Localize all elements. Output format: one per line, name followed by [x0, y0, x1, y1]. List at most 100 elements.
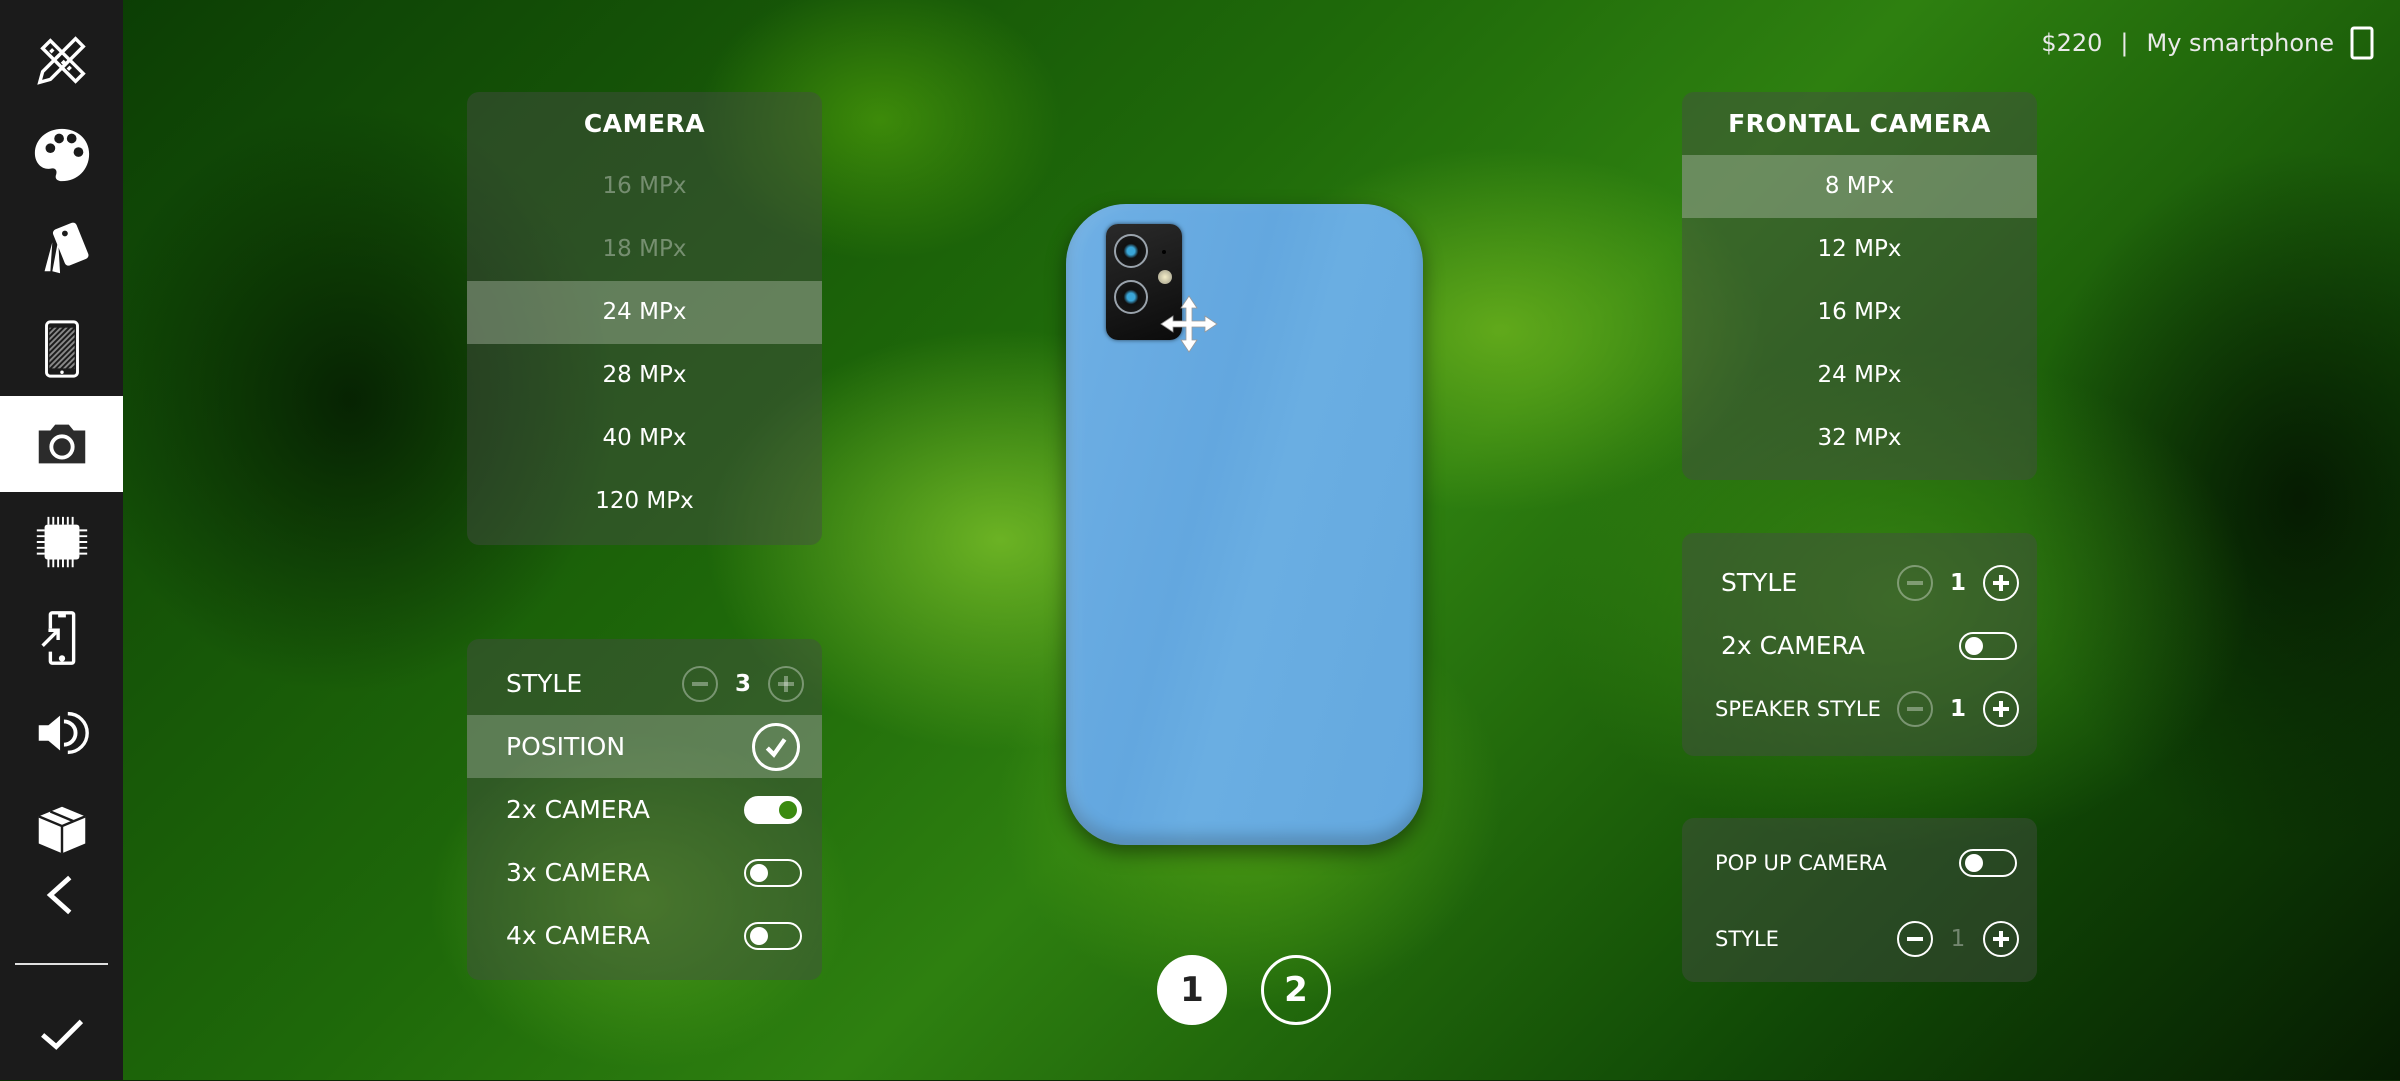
speaker-style-increment-button[interactable] — [1983, 690, 2019, 727]
popup-style-value: 1 — [1950, 925, 1966, 952]
sidebar-item-processor[interactable] — [0, 494, 123, 590]
toggle-knob — [779, 800, 797, 819]
camera-4x-label: 4x CAMERA — [506, 921, 651, 950]
smartphone-outline-icon — [2350, 26, 2374, 60]
camera-style-decrement-button[interactable] — [682, 665, 718, 702]
popup-camera-row: POP UP CAMERA — [1682, 831, 2037, 894]
sidebar-divider — [15, 963, 108, 965]
frontal-2x-label: 2x CAMERA — [1721, 631, 1866, 660]
frontal-style-decrement-button[interactable] — [1897, 564, 1933, 601]
minus-icon — [1907, 706, 1923, 711]
material-swatches-icon — [44, 222, 88, 274]
camera-lens — [1114, 234, 1148, 268]
microphone-dot — [1162, 250, 1166, 254]
page-2-button[interactable]: 2 — [1261, 955, 1331, 1025]
checkmark-icon — [765, 737, 787, 758]
chevron-left-icon — [46, 875, 71, 915]
popup-style-label: STYLE — [1715, 926, 1779, 951]
phone-screen-icon — [44, 320, 79, 378]
speaker-style-stepper: 1 — [1897, 690, 2019, 727]
toggle-knob — [750, 863, 768, 882]
camera-option-120mpx[interactable]: 120 MPx — [467, 470, 822, 533]
camera-3x-row: 3x CAMERA — [467, 841, 822, 904]
plus-icon — [1993, 930, 2009, 947]
camera-panel-title: CAMERA — [583, 109, 706, 138]
camera-style-row: STYLE 3 — [467, 652, 822, 715]
speaker-icon — [38, 711, 89, 755]
camera-option-16mpx[interactable]: 16 MPx — [467, 155, 822, 218]
frontal-2x-toggle[interactable] — [1959, 631, 2017, 660]
frontal-style-increment-button[interactable] — [1983, 564, 2019, 601]
sidebar-item-colors[interactable] — [0, 106, 123, 202]
camera-position-label: POSITION — [506, 732, 626, 761]
camera-options-panel: STYLE 3 POSITION 2x CAMERA 3x CAMERA 4x … — [467, 639, 822, 980]
toggle-knob — [750, 926, 768, 945]
camera-option-40mpx[interactable]: 40 MPx — [467, 407, 822, 470]
frontal-style-row: STYLE 1 — [1682, 551, 2037, 614]
sidebar-item-screen[interactable] — [0, 301, 123, 397]
popup-style-decrement-button[interactable] — [1897, 920, 1933, 957]
camera-style-increment-button[interactable] — [768, 665, 804, 702]
speaker-style-value: 1 — [1949, 695, 1966, 722]
frontal-camera-panel: FRONTAL CAMERA 8 MPx 12 MPx 16 MPx 24 MP… — [1682, 92, 2037, 480]
camera-icon — [38, 424, 85, 464]
frontal-option-24mpx[interactable]: 24 MPx — [1682, 344, 2037, 407]
popup-style-row: STYLE 1 — [1682, 907, 2037, 970]
checkmark-icon — [40, 1019, 83, 1050]
frontal-style-label: STYLE — [1721, 568, 1798, 597]
top-bar: $220 | My smartphone — [2041, 26, 2374, 60]
frontal-option-16mpx[interactable]: 16 MPx — [1682, 281, 2037, 344]
camera-flash — [1158, 270, 1172, 284]
sidebar — [0, 0, 123, 1080]
frontal-options-panel: STYLE 1 2x CAMERA SPEAKER STYLE 1 — [1682, 533, 2037, 756]
toggle-knob — [1965, 636, 1983, 655]
camera-lens — [1114, 280, 1148, 314]
sidebar-item-ports[interactable] — [0, 590, 123, 686]
camera-style-value: 3 — [734, 670, 751, 697]
camera-4x-toggle[interactable] — [744, 921, 802, 950]
camera-2x-toggle[interactable] — [744, 795, 802, 824]
camera-style-label: STYLE — [506, 669, 583, 698]
camera-option-18mpx[interactable]: 18 MPx — [467, 218, 822, 281]
plus-icon — [1993, 574, 2009, 591]
camera-style-stepper: 3 — [682, 665, 804, 702]
confirm-button[interactable] — [0, 985, 123, 1081]
sidebar-item-camera[interactable] — [0, 396, 123, 492]
frontal-style-value: 1 — [1949, 569, 1966, 596]
camera-position-check-button[interactable] — [752, 722, 800, 771]
chip-icon — [36, 516, 87, 568]
frontal-option-12mpx[interactable]: 12 MPx — [1682, 218, 2037, 281]
camera-option-24mpx[interactable]: 24 MPx — [467, 281, 822, 344]
camera-2x-row: 2x CAMERA — [467, 778, 822, 841]
sidebar-item-sound[interactable] — [0, 685, 123, 781]
sidebar-item-materials[interactable] — [0, 200, 123, 296]
sidebar-item-design-tools[interactable] — [0, 12, 123, 108]
frontal-option-32mpx[interactable]: 32 MPx — [1682, 407, 2037, 470]
plus-icon — [1993, 700, 2009, 717]
camera-3x-toggle[interactable] — [744, 858, 802, 887]
popup-style-increment-button[interactable] — [1983, 920, 2019, 957]
phone-arrow-icon — [40, 611, 75, 665]
price-label: $220 — [2041, 29, 2103, 57]
frontal-style-stepper: 1 — [1897, 564, 2019, 601]
move-handle-icon[interactable] — [1159, 294, 1219, 354]
page-1-button[interactable]: 1 — [1157, 955, 1227, 1025]
popup-camera-toggle[interactable] — [1959, 848, 2017, 877]
plus-icon — [778, 675, 794, 692]
frontal-option-8mpx[interactable]: 8 MPx — [1682, 155, 2037, 218]
speaker-style-row: SPEAKER STYLE 1 — [1682, 677, 2037, 740]
minus-icon — [692, 681, 708, 686]
camera-position-row[interactable]: POSITION — [467, 715, 822, 778]
minus-icon — [1907, 580, 1923, 585]
ruler-pencil-icon — [36, 36, 86, 85]
speaker-style-decrement-button[interactable] — [1897, 690, 1933, 727]
speaker-style-label: SPEAKER STYLE — [1715, 696, 1881, 721]
camera-option-28mpx[interactable]: 28 MPx — [467, 344, 822, 407]
popup-camera-label: POP UP CAMERA — [1715, 850, 1887, 875]
camera-resolution-panel: CAMERA 16 MPx 18 MPx 24 MPx 28 MPx 40 MP… — [467, 92, 822, 545]
separator: | — [2120, 29, 2129, 57]
back-button[interactable] — [0, 847, 123, 943]
camera-4x-row: 4x CAMERA — [467, 904, 822, 967]
popup-camera-panel: POP UP CAMERA STYLE 1 — [1682, 818, 2037, 982]
frontal-2x-row: 2x CAMERA — [1682, 614, 2037, 677]
